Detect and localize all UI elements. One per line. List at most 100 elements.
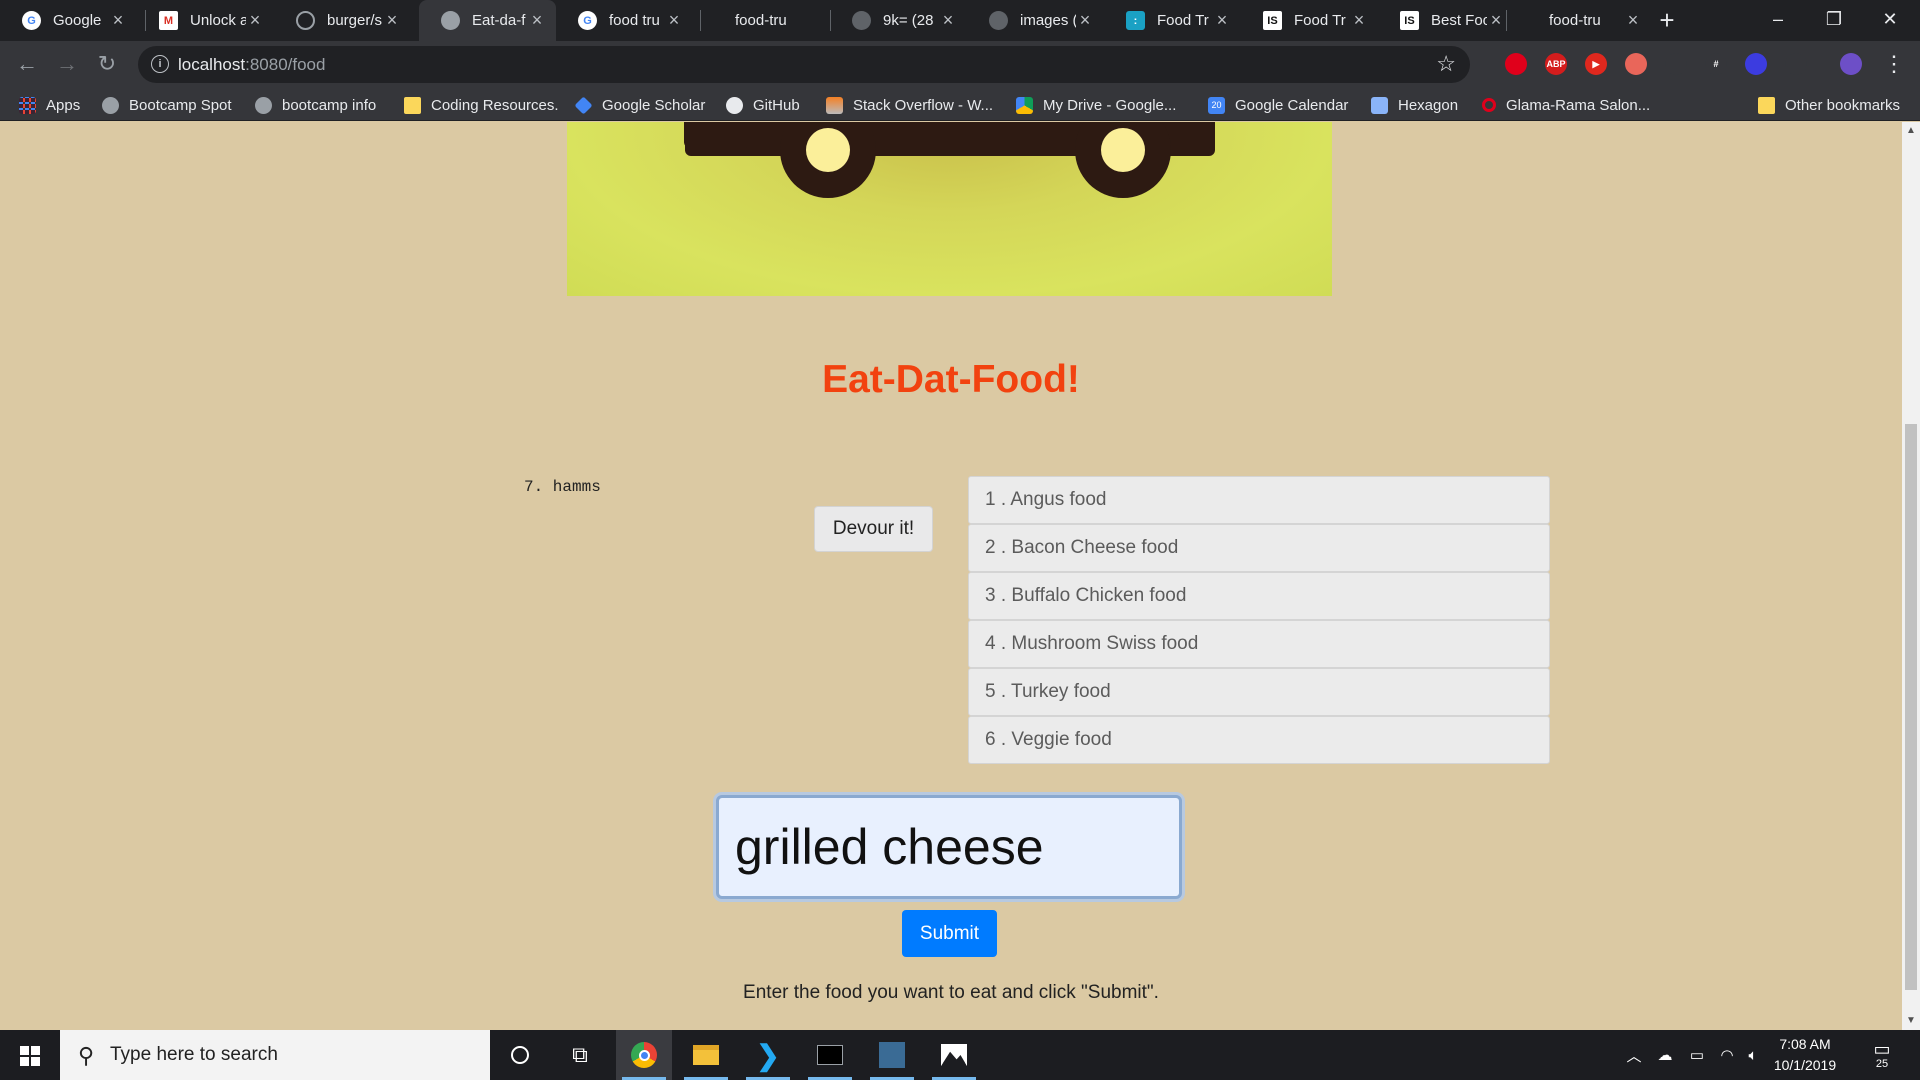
- code-icon[interactable]: [1785, 53, 1807, 75]
- scroll-down-arrow-icon[interactable]: ▼: [1902, 1012, 1920, 1030]
- close-icon[interactable]: ×: [939, 10, 957, 31]
- food-name-input[interactable]: [716, 795, 1182, 899]
- reload-button[interactable]: ↻: [93, 50, 121, 78]
- forward-button[interactable]: →: [53, 50, 81, 78]
- terminal-icon[interactable]: [802, 1030, 858, 1080]
- close-window-button[interactable]: ✕: [1862, 0, 1918, 41]
- bookmark-coding-resources[interactable]: Coding Resources.: [404, 94, 559, 116]
- tab-food-truck-site[interactable]: : Food Tr ×: [1104, 0, 1241, 41]
- vertical-scrollbar[interactable]: ▲ ▼: [1902, 122, 1920, 1030]
- opera-icon: [1482, 98, 1496, 112]
- tab-strip: G Google × M Unlock a × burger/s × Eat-d…: [0, 0, 1920, 41]
- close-icon[interactable]: ×: [109, 10, 127, 31]
- close-icon[interactable]: ×: [1350, 10, 1368, 31]
- bookmark-star-icon[interactable]: ☆: [1436, 51, 1456, 77]
- list-item[interactable]: 3 . Buffalo Chicken food: [968, 572, 1550, 620]
- info-icon[interactable]: i: [151, 55, 169, 73]
- cortana-icon[interactable]: [492, 1030, 548, 1080]
- opera-icon[interactable]: [1505, 53, 1527, 75]
- bookmark-bootcamp-info[interactable]: bootcamp info: [255, 94, 376, 116]
- bookmark-google-calendar[interactable]: 20 Google Calendar: [1208, 94, 1348, 116]
- close-icon[interactable]: ×: [246, 10, 264, 31]
- chrome-taskbar-icon[interactable]: [616, 1030, 672, 1080]
- mysql-workbench-icon[interactable]: [864, 1030, 920, 1080]
- tab-images[interactable]: images ( ×: [967, 0, 1104, 41]
- menu-kebab-icon[interactable]: ⋮: [1880, 50, 1908, 78]
- windows-logo-icon: [31, 1046, 40, 1055]
- bookmark-other-bookmarks[interactable]: Other bookmarks: [1758, 94, 1900, 116]
- is-icon: IS: [1400, 11, 1419, 30]
- bookmark-apps[interactable]: Apps: [19, 94, 80, 116]
- diamond-icon[interactable]: [1745, 53, 1767, 75]
- devour-button[interactable]: Devour it!: [814, 506, 933, 552]
- close-icon[interactable]: ×: [383, 10, 401, 31]
- list-item[interactable]: 2 . Bacon Cheese food: [968, 524, 1550, 572]
- bookmark-my-drive[interactable]: My Drive - Google...: [1016, 94, 1176, 116]
- tab-title: Best Foo: [1431, 12, 1487, 29]
- close-icon[interactable]: ×: [1487, 10, 1505, 31]
- taskbar-clock[interactable]: 7:08 AM 10/1/2019: [1760, 1034, 1850, 1076]
- crop-icon[interactable]: #: [1705, 53, 1727, 75]
- bookmark-google-scholar[interactable]: Google Scholar: [574, 94, 705, 116]
- tab-food-truck-search[interactable]: G food tru ×: [556, 0, 693, 41]
- file-explorer-icon[interactable]: [678, 1030, 734, 1080]
- onedrive-sync-error-icon[interactable]: ☁: [1650, 1030, 1680, 1080]
- photos-icon[interactable]: [926, 1030, 982, 1080]
- list-item[interactable]: 6 . Veggie food: [968, 716, 1550, 764]
- tab-github-burger[interactable]: burger/s ×: [274, 0, 411, 41]
- tab-image-9k[interactable]: 9k= (28 ×: [830, 0, 967, 41]
- taskbar-search-box[interactable]: ⚲ Type here to search: [60, 1030, 490, 1080]
- tab-eat-da-food-active[interactable]: Eat-da-f ×: [419, 0, 556, 41]
- video-icon[interactable]: ▶: [1585, 53, 1607, 75]
- profile-icon[interactable]: [1840, 53, 1862, 75]
- tab-gmail[interactable]: M Unlock a ×: [137, 0, 274, 41]
- url-text[interactable]: localhost:8080/food: [178, 55, 325, 75]
- bookmark-bootcamp-spot[interactable]: Bootcamp Spot: [102, 94, 232, 116]
- close-icon[interactable]: ×: [1624, 10, 1642, 31]
- puzzle-icon[interactable]: [1625, 53, 1647, 75]
- bookmark-hexagon[interactable]: Hexagon: [1371, 94, 1458, 116]
- scroll-up-arrow-icon[interactable]: ▲: [1902, 122, 1920, 140]
- back-button[interactable]: ←: [13, 50, 41, 78]
- vscode-icon[interactable]: ❯: [740, 1030, 796, 1080]
- tab-title: food tru: [609, 12, 660, 29]
- tab-best-food[interactable]: IS Best Foo ×: [1378, 0, 1515, 41]
- eyedropper-icon[interactable]: [1665, 53, 1687, 75]
- list-item[interactable]: 5 . Turkey food: [968, 668, 1550, 716]
- close-icon[interactable]: ×: [1213, 10, 1231, 31]
- tab-title: 9k= (28: [883, 12, 934, 29]
- url-path: :8080/food: [245, 55, 326, 74]
- bookmark-github[interactable]: GitHub: [726, 94, 800, 116]
- restore-button[interactable]: ❐: [1806, 0, 1862, 41]
- tab-title: food-tru: [1549, 12, 1601, 29]
- adblock-icon[interactable]: ABP: [1545, 53, 1567, 75]
- address-bar[interactable]: i localhost:8080/food ☆: [138, 46, 1470, 83]
- globe-icon: [989, 11, 1008, 30]
- gmail-icon: M: [159, 11, 178, 30]
- show-hidden-icons-chevron-icon[interactable]: ︿: [1622, 1030, 1646, 1080]
- notification-bubble-icon: ▭: [1873, 1039, 1891, 1059]
- tab-google[interactable]: G Google ×: [0, 0, 137, 41]
- close-icon[interactable]: ×: [1076, 10, 1094, 31]
- close-icon[interactable]: ×: [528, 10, 546, 31]
- list-item[interactable]: 1 . Angus food: [968, 476, 1550, 524]
- list-item[interactable]: 4 . Mushroom Swiss food: [968, 620, 1550, 668]
- tab-food-truck-1[interactable]: food-tru: [693, 0, 830, 41]
- scrollbar-thumb[interactable]: [1905, 424, 1917, 990]
- tab-food-truck-2[interactable]: food-tru ×: [1515, 0, 1652, 41]
- windows-start-button[interactable]: [0, 1030, 60, 1080]
- tab-food-truck-is[interactable]: IS Food Tr ×: [1241, 0, 1378, 41]
- minimize-button[interactable]: –: [1750, 0, 1806, 41]
- bookmark-stack-overflow[interactable]: Stack Overflow - W...: [826, 94, 993, 116]
- new-tab-button[interactable]: +: [1652, 5, 1682, 35]
- is-icon: IS: [1263, 11, 1282, 30]
- search-icon: ⚲: [78, 1043, 95, 1068]
- submit-button[interactable]: Submit: [902, 910, 997, 957]
- wifi-icon[interactable]: ◠: [1712, 1030, 1742, 1080]
- task-view-icon[interactable]: ⧉: [552, 1030, 608, 1080]
- close-icon[interactable]: ×: [665, 10, 683, 31]
- bookmark-glama-rama[interactable]: Glama-Rama Salon...: [1482, 94, 1650, 116]
- battery-icon[interactable]: ▭: [1682, 1030, 1712, 1080]
- action-center-icon[interactable]: ▭ 25: [1862, 1030, 1902, 1080]
- page-title: Eat-Dat-Food!: [822, 358, 1080, 401]
